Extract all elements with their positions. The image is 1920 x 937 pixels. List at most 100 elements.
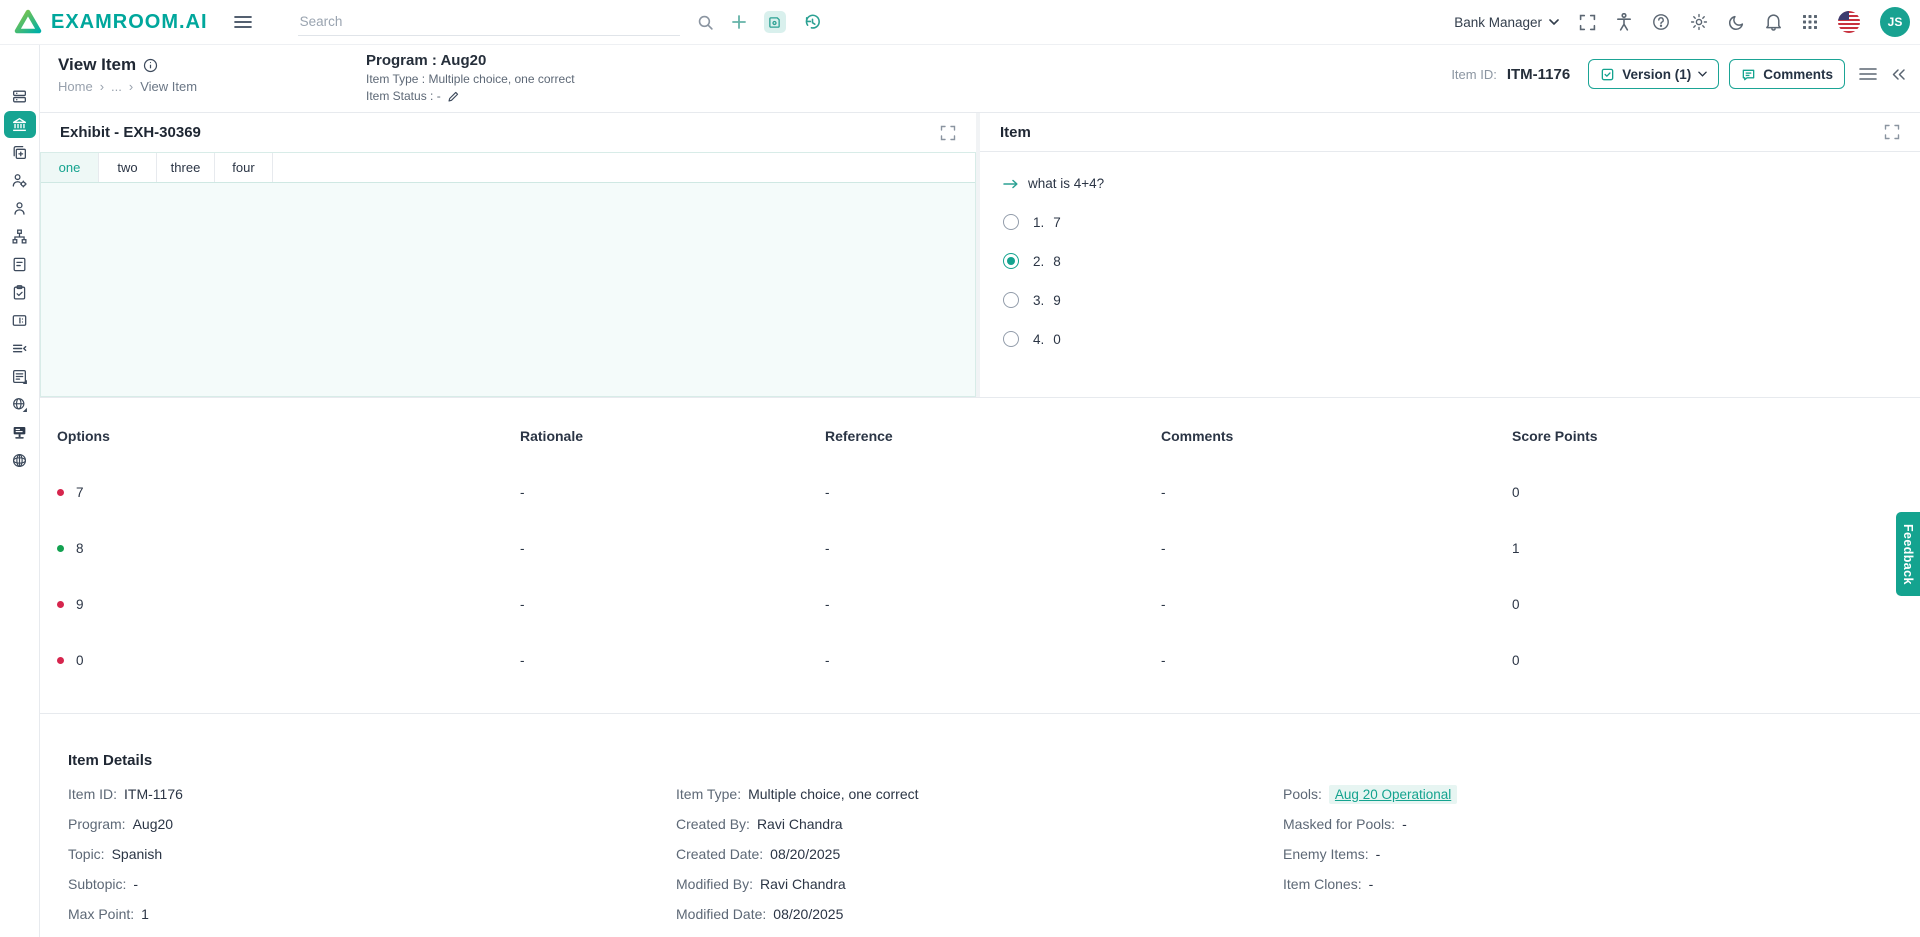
comments-button[interactable]: Comments [1729, 59, 1845, 89]
col-header-score-points: Score Points [1512, 428, 1598, 444]
sidebar-item-clipboard-check[interactable] [4, 279, 36, 306]
sidebar-item-id-card[interactable] [4, 307, 36, 334]
sidebar-item-create-copy[interactable] [4, 139, 36, 166]
col-header-rationale: Rationale [520, 428, 584, 444]
help-icon[interactable] [1652, 13, 1670, 31]
sidebar-item-item-bank[interactable] [3, 111, 36, 138]
pool-link[interactable]: Aug 20 Operational [1328, 784, 1458, 804]
sidebar-item-globe-grid[interactable] [4, 447, 36, 474]
detail-label: Topic: [68, 846, 105, 862]
option-value: 7 [76, 485, 84, 500]
arrow-right-icon [1003, 179, 1018, 188]
fullscreen-icon[interactable] [1579, 14, 1596, 31]
info-icon[interactable] [143, 58, 158, 73]
details-column-2: Item Type: Multiple choice, one correct C… [676, 779, 1283, 929]
option-value: 0 [76, 653, 84, 668]
sidebar-item-globe-settings[interactable] [4, 391, 36, 418]
tab-one[interactable]: one [41, 153, 99, 182]
detail-label: Max Point: [68, 906, 135, 922]
answer-option: 4. 0 [1003, 331, 1920, 347]
expand-icon[interactable] [940, 125, 956, 141]
option-text: 8 [1053, 253, 1061, 269]
tab-three[interactable]: three [157, 153, 215, 182]
option-number: 4. [1033, 331, 1045, 347]
exhibit-tab-content [41, 183, 975, 396]
sidebar-item-user-settings[interactable] [4, 167, 36, 194]
tab-four[interactable]: four [215, 153, 273, 182]
sidebar-item-dashboard[interactable] [4, 83, 36, 110]
settings-gear-icon[interactable] [1690, 13, 1708, 31]
sidebar-item-list-panel[interactable] [4, 363, 36, 390]
item-status-line: Item Status : - [366, 89, 441, 103]
chevron-down-icon [1698, 71, 1708, 77]
options-table: Options Rationale Reference Comments Sco… [40, 398, 1920, 714]
sidebar-item-collapse-menu[interactable] [4, 335, 36, 362]
list-view-icon[interactable] [1859, 67, 1877, 81]
score-points-cell: 0 [1512, 597, 1520, 612]
detail-value: Spanish [111, 846, 163, 862]
sidebar-item-user[interactable] [4, 195, 36, 222]
details-column-3: Pools: Aug 20 Operational Masked for Poo… [1283, 779, 1920, 929]
breadcrumb-ellipsis[interactable]: ... [111, 79, 122, 94]
dark-mode-moon-icon[interactable] [1728, 14, 1745, 31]
examroom-logo[interactable]: EXAMROOM.AI [14, 9, 208, 35]
add-icon[interactable] [731, 14, 747, 30]
detail-label: Enemy Items: [1283, 846, 1369, 862]
detail-value: 1 [141, 906, 149, 922]
notifications-bell-icon[interactable] [1765, 13, 1782, 31]
detail-value: - [1402, 816, 1407, 832]
avatar[interactable]: JS [1880, 7, 1910, 37]
edit-pencil-icon[interactable] [447, 90, 460, 103]
search-input[interactable] [297, 8, 680, 36]
detail-label: Subtopic: [68, 876, 127, 892]
expand-icon[interactable] [1884, 124, 1900, 140]
history-icon[interactable] [803, 13, 822, 32]
hamburger-menu-icon[interactable] [233, 15, 252, 29]
role-selector[interactable]: Bank Manager [1454, 15, 1559, 30]
rationale-cell: - [520, 653, 525, 668]
score-points-cell: 1 [1512, 541, 1520, 556]
feedback-tab[interactable]: Feedback [1896, 512, 1920, 596]
save-icon[interactable] [763, 11, 786, 33]
detail-value: 08/20/2025 [773, 906, 844, 922]
col-header-options: Options [57, 428, 110, 444]
sidebar-item-hierarchy[interactable] [4, 223, 36, 250]
answer-option: 2. 8 [1003, 253, 1920, 269]
table-row: 8 - - - 1 [40, 541, 1920, 556]
chevron-down-icon [1549, 19, 1559, 25]
left-sidebar [0, 45, 40, 937]
version-button[interactable]: Version (1) [1588, 59, 1720, 89]
comments-cell: - [1161, 597, 1166, 612]
breadcrumb-home[interactable]: Home [58, 79, 93, 94]
language-flag-icon[interactable] [1838, 11, 1860, 33]
comments-cell: - [1161, 485, 1166, 500]
apps-grid-icon[interactable] [1802, 14, 1818, 30]
detail-value: Multiple choice, one correct [748, 786, 919, 802]
radio-button[interactable] [1003, 292, 1019, 308]
detail-value: Aug20 [132, 816, 174, 832]
score-points-cell: 0 [1512, 653, 1520, 668]
table-row: 0 - - - 0 [40, 653, 1920, 668]
detail-label: Item ID: [68, 786, 118, 802]
exhibit-content: one two three four [40, 152, 976, 397]
detail-value: - [1368, 876, 1374, 892]
sidebar-item-kiosk[interactable] [4, 419, 36, 446]
radio-button[interactable] [1003, 214, 1019, 230]
version-icon [1601, 68, 1614, 80]
answer-option: 3. 9 [1003, 292, 1920, 308]
answer-option: 1. 7 [1003, 214, 1920, 230]
accessibility-icon[interactable] [1616, 13, 1632, 31]
avatar-initials: JS [1887, 15, 1903, 29]
details-column-1: Item ID: ITM-1176 Program: Aug20 Topic: Spa… [68, 779, 676, 929]
version-button-label: Version (1) [1622, 66, 1692, 82]
item-panel: Item what is 4+4? 1. 7 2. 8 3. 9 4. 0 [980, 113, 1920, 397]
option-number: 3. [1033, 292, 1045, 308]
option-text: 0 [1053, 331, 1061, 347]
search-icon[interactable] [697, 14, 714, 31]
tab-two[interactable]: two [99, 153, 157, 182]
sidebar-item-notes[interactable] [4, 251, 36, 278]
collapse-panel-icon[interactable] [1891, 68, 1906, 81]
radio-button[interactable] [1003, 331, 1019, 347]
comment-bubble-icon [1742, 69, 1755, 80]
radio-button[interactable] [1003, 253, 1019, 269]
